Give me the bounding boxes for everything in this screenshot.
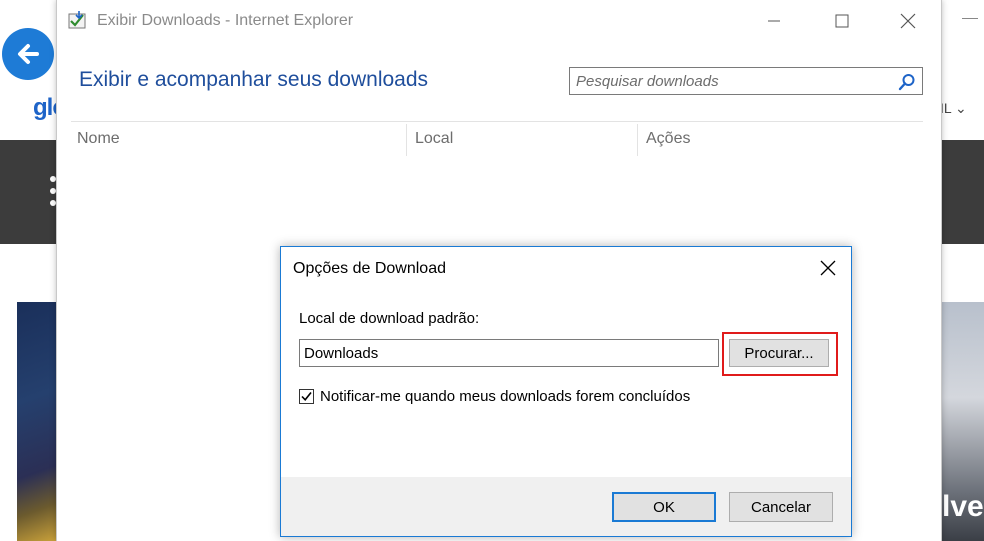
search-icon[interactable] xyxy=(898,73,916,91)
maximize-icon xyxy=(835,14,849,28)
search-box[interactable] xyxy=(569,67,923,95)
close-icon xyxy=(820,260,836,276)
back-button[interactable] xyxy=(2,28,54,80)
download-location-label: Local de download padrão: xyxy=(299,310,480,327)
browse-button[interactable]: Procurar... xyxy=(729,339,829,367)
download-location-input[interactable] xyxy=(299,339,719,367)
close-icon xyxy=(900,13,916,29)
chevron-down-icon: ⌄ xyxy=(955,100,967,116)
page-heading: Exibir e acompanhar seus downloads xyxy=(79,68,429,91)
search-input[interactable] xyxy=(570,68,890,94)
notify-checkbox[interactable] xyxy=(299,389,314,404)
region-menu[interactable]: IL ⌄ xyxy=(940,100,967,117)
title-bar[interactable]: Exibir Downloads - Internet Explorer xyxy=(57,0,941,44)
ok-button[interactable]: OK xyxy=(612,492,716,522)
column-divider[interactable] xyxy=(637,124,638,156)
column-header-actions[interactable]: Ações xyxy=(646,130,690,148)
download-options-dialog: Opções de Download Local de download pad… xyxy=(280,246,852,537)
notify-option[interactable]: Notificar-me quando meus downloads forem… xyxy=(299,388,690,405)
cancel-button[interactable]: Cancelar xyxy=(729,492,833,522)
ie-downloads-icon xyxy=(68,11,86,29)
article-image-left[interactable] xyxy=(17,302,57,541)
maximize-button[interactable] xyxy=(819,4,865,38)
minimize-button[interactable] xyxy=(751,4,797,38)
column-header-location[interactable]: Local xyxy=(415,130,453,148)
window-title: Exibir Downloads - Internet Explorer xyxy=(97,12,354,29)
column-header-name[interactable]: Nome xyxy=(77,130,120,148)
dialog-close-button[interactable] xyxy=(813,255,843,281)
column-divider[interactable] xyxy=(406,124,407,156)
article-headline-fragment: lve xyxy=(942,490,984,523)
dialog-title: Opções de Download xyxy=(293,260,446,277)
header-divider xyxy=(71,121,923,122)
minimize-glyph xyxy=(962,18,978,19)
notify-label: Notificar-me quando meus downloads forem… xyxy=(320,388,691,405)
minimize-icon xyxy=(768,20,780,22)
close-window-button[interactable] xyxy=(885,4,931,38)
checkmark-icon xyxy=(301,392,312,402)
arrow-left-icon xyxy=(18,44,39,64)
